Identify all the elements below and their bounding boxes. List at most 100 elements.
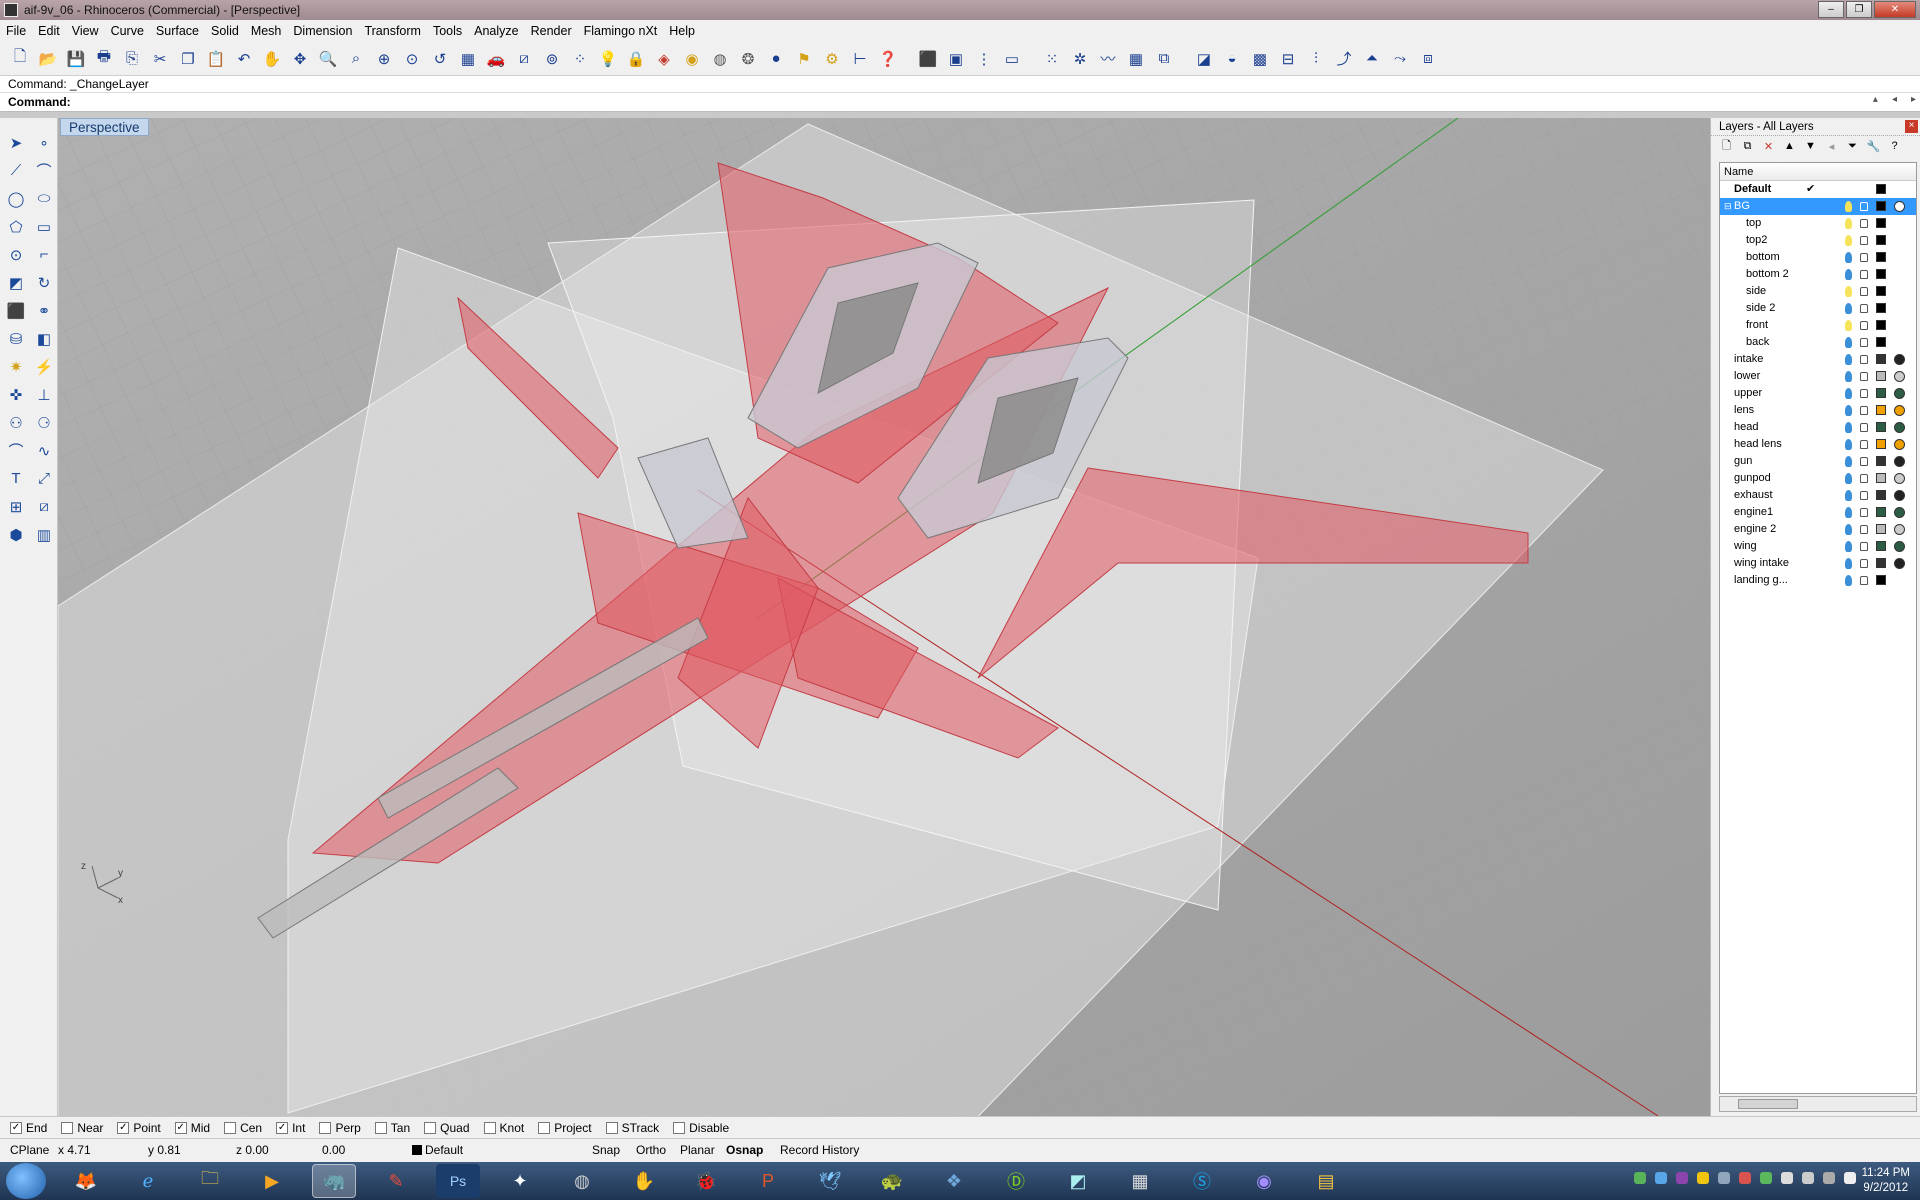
zoom-extents-icon[interactable]: ⊕ (372, 47, 396, 71)
menu-help[interactable]: Help (669, 24, 703, 38)
tray-yellow-icon[interactable] (1697, 1172, 1709, 1184)
lock-icon[interactable] (1860, 355, 1868, 364)
scroll-left-icon[interactable]: ◂ (1892, 94, 1897, 105)
close-button[interactable]: ✕ (1874, 1, 1916, 18)
layer-color-swatch[interactable] (1876, 490, 1886, 500)
layer-row-head[interactable]: head (1720, 419, 1916, 436)
car-icon[interactable]: 🚗 (484, 47, 508, 71)
material-icon[interactable] (1894, 439, 1905, 450)
layer-row-engine1[interactable]: engine1 (1720, 504, 1916, 521)
osnap-checkbox[interactable]: ✓ (276, 1121, 289, 1134)
lock-icon[interactable]: 🔒 (624, 47, 648, 71)
osnap-perp[interactable]: Perp (319, 1121, 361, 1135)
visibility-bulb-icon[interactable] (1845, 439, 1852, 450)
osnap-checkbox[interactable]: ✓ (10, 1121, 22, 1134)
layer-row-bottom-2[interactable]: bottom 2 (1720, 266, 1916, 283)
lock-icon[interactable] (1860, 304, 1868, 313)
tray-monitor-icon[interactable] (1802, 1172, 1814, 1184)
tray-green-icon[interactable] (1760, 1172, 1772, 1184)
tray-signal-icon[interactable] (1823, 1172, 1835, 1184)
layer-row-side-2[interactable]: side 2 (1720, 300, 1916, 317)
lock-icon[interactable] (1860, 559, 1868, 568)
menu-edit[interactable]: Edit (38, 24, 68, 38)
file-explorer-icon[interactable]: 🗀 (188, 1164, 232, 1198)
ortho-toggle[interactable]: Ortho (636, 1143, 666, 1157)
arc-icon[interactable]: ⌒ (4, 438, 28, 463)
layer-color-swatch[interactable] (1876, 507, 1886, 517)
lock-icon[interactable] (1860, 457, 1868, 466)
open-file-icon[interactable]: 📂 (36, 47, 60, 71)
ungroup-icon[interactable]: ⚆ (32, 410, 56, 435)
layer-color-swatch[interactable] (1876, 337, 1886, 347)
layer-row-intake[interactable]: intake (1720, 351, 1916, 368)
import-icon[interactable]: ⎘ (120, 47, 144, 71)
material-icon[interactable] (1894, 422, 1905, 433)
lock-icon[interactable] (1860, 253, 1868, 262)
layer-color-swatch[interactable] (1876, 388, 1886, 398)
lock-icon[interactable] (1860, 423, 1868, 432)
skype-icon[interactable]: Ⓢ (1180, 1164, 1224, 1198)
layer-color-swatch[interactable] (1876, 371, 1886, 381)
print-icon[interactable]: 🖶 (92, 47, 116, 71)
tray-chat-icon[interactable] (1634, 1172, 1646, 1184)
image-plane-icon[interactable]: ⧉ (1152, 47, 1176, 71)
polyline-icon[interactable]: ⟋ (4, 158, 28, 183)
command-prompt[interactable]: Command: (0, 92, 1920, 110)
notes-app-icon[interactable]: ◩ (1056, 1164, 1100, 1198)
layer-color-swatch[interactable] (1876, 184, 1886, 194)
layer-color-swatch[interactable] (1876, 201, 1886, 211)
menu-mesh[interactable]: Mesh (251, 24, 290, 38)
layer-row-landing-g[interactable]: landing g... (1720, 572, 1916, 589)
calculator-icon[interactable]: ▦ (1118, 1164, 1162, 1198)
visibility-bulb-icon[interactable] (1845, 388, 1852, 399)
layer-color-swatch[interactable] (1876, 456, 1886, 466)
layer-color-swatch[interactable] (1876, 218, 1886, 228)
visibility-bulb-icon[interactable] (1845, 558, 1852, 569)
mesh-icon[interactable]: ▩ (1248, 47, 1272, 71)
help-icon[interactable]: ❓ (876, 47, 900, 71)
group-icon[interactable]: ⚇ (4, 410, 28, 435)
bird-app-icon[interactable]: 🕊 (808, 1164, 852, 1198)
perspective-viewport[interactable]: z y x Perspective (58, 118, 1710, 1116)
settings-gear-icon[interactable]: ⚙ (820, 47, 844, 71)
layer-color-swatch[interactable] (1876, 473, 1886, 483)
bug-app-icon[interactable]: 🐞 (684, 1164, 728, 1198)
layer-row-upper[interactable]: upper (1720, 385, 1916, 402)
visibility-bulb-icon[interactable] (1845, 218, 1852, 229)
cube-app-icon[interactable]: ❖ (932, 1164, 976, 1198)
maximize-button[interactable]: ❐ (1846, 1, 1872, 18)
layer-row-wing[interactable]: wing (1720, 538, 1916, 555)
circle-icon[interactable]: ◯ (4, 186, 28, 211)
osnap-near[interactable]: Near (61, 1121, 103, 1135)
visibility-bulb-icon[interactable] (1845, 575, 1852, 586)
layer-row-gunpod[interactable]: gunpod (1720, 470, 1916, 487)
minimize-button[interactable]: – (1818, 1, 1844, 18)
firefox-icon[interactable]: 🦊 (64, 1164, 108, 1198)
curve-network-icon[interactable]: 〰 (1096, 47, 1120, 71)
menu-flamingo[interactable]: Flamingo nXt (584, 24, 666, 38)
four-viewports-icon[interactable]: ▦ (456, 47, 480, 71)
light-bulb-icon[interactable]: 💡 (596, 47, 620, 71)
fillet-icon[interactable]: ⌐ (32, 242, 56, 267)
visibility-bulb-icon[interactable] (1845, 320, 1852, 331)
surface-plane-icon[interactable]: ◩ (4, 270, 28, 295)
color-wheel-icon[interactable]: ◉ (680, 47, 704, 71)
lock-icon[interactable] (1860, 491, 1868, 500)
lock-icon[interactable] (1860, 406, 1868, 415)
lock-icon[interactable] (1860, 270, 1868, 279)
curve-offset-icon[interactable]: ⊙ (4, 242, 28, 267)
material-icon[interactable] (1894, 405, 1905, 416)
osnap-checkbox[interactable] (605, 1121, 618, 1134)
video-app-icon[interactable]: ◉ (1242, 1164, 1286, 1198)
point-tool-icon[interactable]: ∘ (32, 130, 56, 155)
layer-color-swatch[interactable] (1876, 541, 1886, 551)
material-icon[interactable] (1894, 388, 1905, 399)
osnap-checkbox[interactable] (319, 1121, 332, 1134)
tray-red-icon[interactable] (1739, 1172, 1751, 1184)
osnap-checkbox[interactable] (673, 1121, 686, 1134)
curve-blend-icon[interactable]: ∿ (32, 438, 56, 463)
visibility-bulb-icon[interactable] (1845, 490, 1852, 501)
photoshop-icon[interactable]: Ps (436, 1164, 480, 1198)
layer-color-swatch[interactable] (1876, 439, 1886, 449)
align-icon[interactable]: ⊥ (32, 382, 56, 407)
